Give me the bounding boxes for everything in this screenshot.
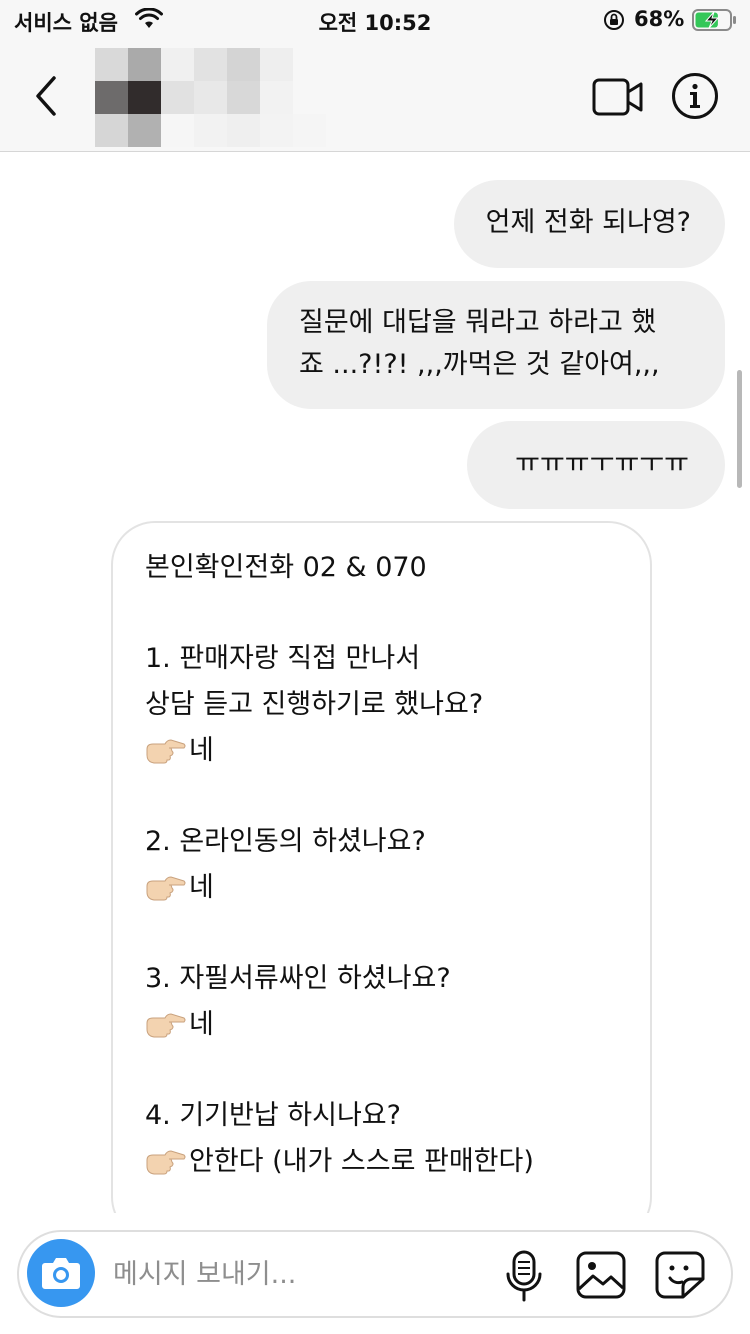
answer-4-text: 안한다 (내가 스스로 판매한다) bbox=[189, 1146, 534, 1177]
camera-button[interactable] bbox=[27, 1239, 95, 1307]
back-button[interactable] bbox=[28, 72, 68, 120]
gallery-button[interactable] bbox=[576, 1251, 626, 1299]
incoming-message[interactable]: 본인확인전화 02 & 070 1. 판매자랑 직접 만나서 상담 듣고 진행하… bbox=[111, 521, 652, 1213]
video-camera-icon bbox=[592, 78, 643, 116]
sticker-icon bbox=[655, 1251, 705, 1299]
camera-icon bbox=[42, 1258, 80, 1289]
message-text-line-1: 질문에 대답을 뭐라고 하라고 했 bbox=[299, 307, 657, 338]
message-input[interactable] bbox=[113, 1250, 493, 1298]
question-4: 4. 기기반납 하시나요? bbox=[145, 1100, 401, 1131]
question-3: 3. 자필서류싸인 하셨나요? bbox=[145, 963, 451, 994]
gallery-icon bbox=[576, 1251, 626, 1299]
question-1-line-2: 상담 듣고 진행하기로 했나요? bbox=[145, 689, 484, 720]
chevron-left-icon bbox=[36, 76, 56, 116]
video-call-button[interactable] bbox=[592, 76, 644, 118]
answer-1-text: 네 bbox=[189, 735, 214, 766]
scrollbar[interactable] bbox=[737, 370, 742, 488]
info-icon bbox=[672, 73, 718, 119]
answer-3: 네 bbox=[145, 1002, 618, 1048]
blurred-profile-name[interactable] bbox=[95, 48, 327, 147]
voice-message-button[interactable] bbox=[504, 1250, 544, 1302]
message-text-line-2: 죠 ...?!?! ,,,까먹은 것 같아여,,, bbox=[299, 349, 660, 380]
orientation-lock-icon bbox=[603, 9, 625, 36]
battery-charging-icon bbox=[692, 9, 738, 36]
message-text: 언제 전화 되나영? bbox=[485, 207, 691, 238]
question-1-line-1: 1. 판매자랑 직접 만나서 bbox=[145, 643, 421, 674]
message-title: 본인확인전화 02 & 070 bbox=[145, 552, 427, 583]
microphone-icon bbox=[506, 1250, 542, 1302]
outgoing-message-2[interactable]: 질문에 대답을 뭐라고 하라고 했 죠 ...?!?! ,,,까먹은 것 같아여… bbox=[267, 281, 725, 409]
chat-header bbox=[0, 40, 750, 152]
question-2: 2. 온라인동의 하셨나요? bbox=[145, 826, 426, 857]
status-bar: 서비스 없음 오전 10:52 68% bbox=[0, 0, 750, 40]
answer-2: 네 bbox=[145, 865, 618, 911]
outgoing-message-1[interactable]: 언제 전화 되나영? bbox=[453, 180, 725, 268]
battery-percent: 68% bbox=[634, 7, 685, 31]
message-text: ㅠㅠㅠㅜㅠㅜㅠ bbox=[515, 448, 689, 479]
sticker-button[interactable] bbox=[655, 1251, 705, 1299]
message-list[interactable]: 언제 전화 되나영? 질문에 대답을 뭐라고 하라고 했 죠 ...?!?! ,… bbox=[0, 153, 750, 1213]
pointing-hand-icon bbox=[145, 1008, 187, 1038]
info-button[interactable] bbox=[671, 72, 719, 120]
answer-2-text: 네 bbox=[189, 872, 214, 903]
pointing-hand-icon bbox=[145, 1145, 187, 1175]
pointing-hand-icon bbox=[145, 871, 187, 901]
answer-1: 네 bbox=[145, 728, 618, 774]
message-composer bbox=[17, 1230, 733, 1318]
answer-4: 안한다 (내가 스스로 판매한다) bbox=[145, 1139, 618, 1185]
answer-3-text: 네 bbox=[189, 1009, 214, 1040]
outgoing-message-3[interactable]: ㅠㅠㅠㅜㅠㅜㅠ bbox=[467, 421, 725, 509]
dm-screen: 서비스 없음 오전 10:52 68% 언제 전화 되나영? 질문에 대답을 뭐… bbox=[0, 0, 750, 1334]
pointing-hand-icon bbox=[145, 734, 187, 764]
